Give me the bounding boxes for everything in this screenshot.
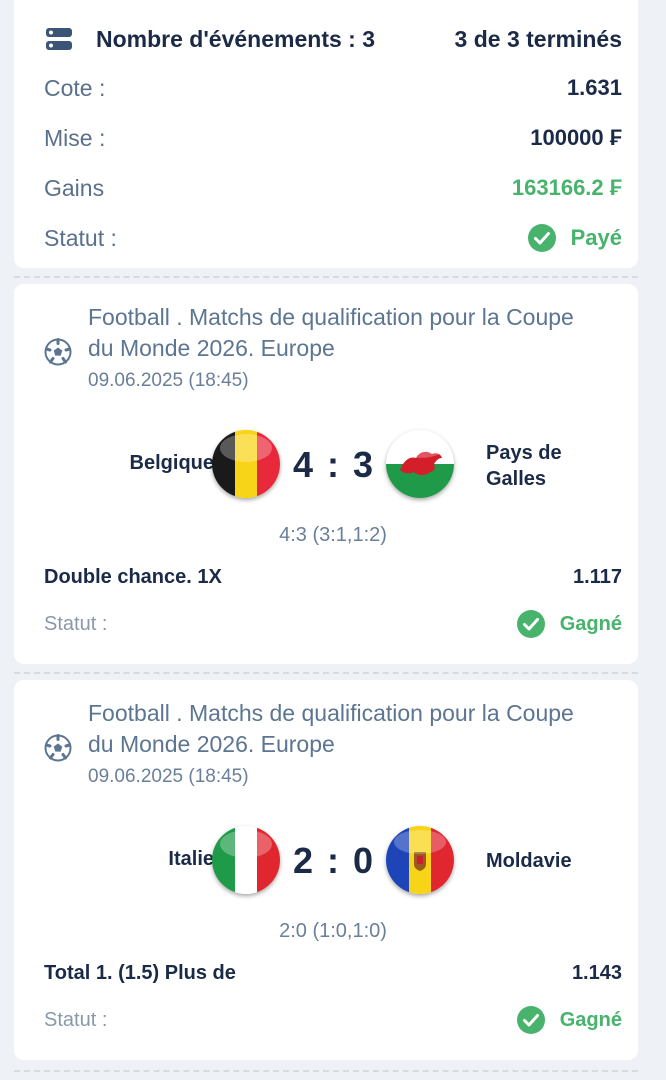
bet-summary-card: Nombre d'événements : 3 3 de 3 terminés …: [14, 0, 638, 268]
event-status-value: Gagné: [559, 1008, 622, 1031]
event-status: Gagné: [516, 1005, 622, 1035]
completed-count: 3 de 3 terminés: [454, 25, 622, 52]
italy-flag-icon: [212, 826, 280, 894]
summary-status-label: Statut :: [44, 224, 117, 251]
bet-odds: 1.117: [573, 566, 622, 588]
winnings-value: 163166.2 ₣: [511, 175, 622, 200]
stake-value: 100000 ₣: [530, 125, 622, 150]
odds-label: Cote :: [44, 74, 106, 101]
odds-value: 1.631: [566, 75, 622, 100]
wales-flag-icon: [386, 430, 454, 498]
winnings-row: Gains 163166.2 ₣: [44, 171, 622, 205]
bet-market: Double chance. 1X: [44, 566, 222, 588]
event-status-row: Statut : Gagné: [44, 1004, 622, 1036]
bet-details-page: Nombre d'événements : 3 3 de 3 terminés …: [0, 0, 666, 1080]
check-circle-icon: [527, 224, 556, 252]
match-score: 4 : 3: [292, 444, 376, 485]
home-team: Belgique: [129, 452, 214, 474]
bet-row: Double chance. 1X 1.117: [44, 566, 622, 589]
dashed-divider: [14, 276, 638, 278]
event-status: Gagné: [516, 609, 622, 639]
stake-label: Mise :: [44, 124, 106, 151]
event-card[interactable]: Football . Matchs de qualification pour …: [14, 680, 638, 1060]
list-icon: [46, 28, 72, 50]
event-card[interactable]: Football . Matchs de qualification pour …: [14, 284, 638, 664]
event-status-row: Statut : Gagné: [44, 608, 622, 640]
away-team: Pays de Galles: [486, 442, 562, 490]
summary-status: Payé: [527, 223, 622, 253]
event-date: 09.06.2025 (18:45): [88, 766, 249, 787]
event-title: Football . Matchs de qualification pour …: [88, 304, 574, 361]
football-icon: [44, 734, 72, 762]
summary-status-row: Statut : Payé: [44, 221, 622, 255]
winnings-label: Gains: [44, 174, 105, 201]
bet-row: Total 1. (1.5) Plus de 1.143: [44, 962, 622, 985]
events-count: Nombre d'événements : 3: [96, 25, 375, 52]
event-status-label: Statut :: [44, 612, 108, 635]
moldova-flag-icon: [386, 826, 454, 894]
summary-header: Nombre d'événements : 3 3 de 3 terminés: [44, 22, 622, 56]
event-title: Football . Matchs de qualification pour …: [88, 700, 574, 757]
dashed-divider: [14, 1070, 638, 1072]
odds-row: Cote : 1.631: [44, 71, 622, 105]
match-score: 2 : 0: [292, 840, 376, 881]
summary-status-value: Payé: [570, 225, 622, 250]
score-detail: 2:0 (1:0,1:0): [279, 920, 387, 942]
belgium-flag-icon: [212, 430, 280, 498]
score-detail: 4:3 (3:1,1:2): [279, 524, 387, 546]
check-circle-icon: [516, 610, 545, 638]
stake-row: Mise : 100000 ₣: [44, 121, 622, 155]
bet-market: Total 1. (1.5) Plus de: [44, 962, 236, 984]
football-icon: [44, 338, 72, 366]
dashed-divider: [14, 672, 638, 674]
event-date: 09.06.2025 (18:45): [88, 370, 249, 391]
away-team: Moldavie: [486, 850, 572, 872]
event-status-value: Gagné: [559, 612, 622, 635]
bet-odds: 1.143: [571, 962, 622, 984]
check-circle-icon: [516, 1006, 545, 1034]
event-status-label: Statut :: [44, 1008, 108, 1031]
home-team: Italie: [168, 848, 214, 870]
